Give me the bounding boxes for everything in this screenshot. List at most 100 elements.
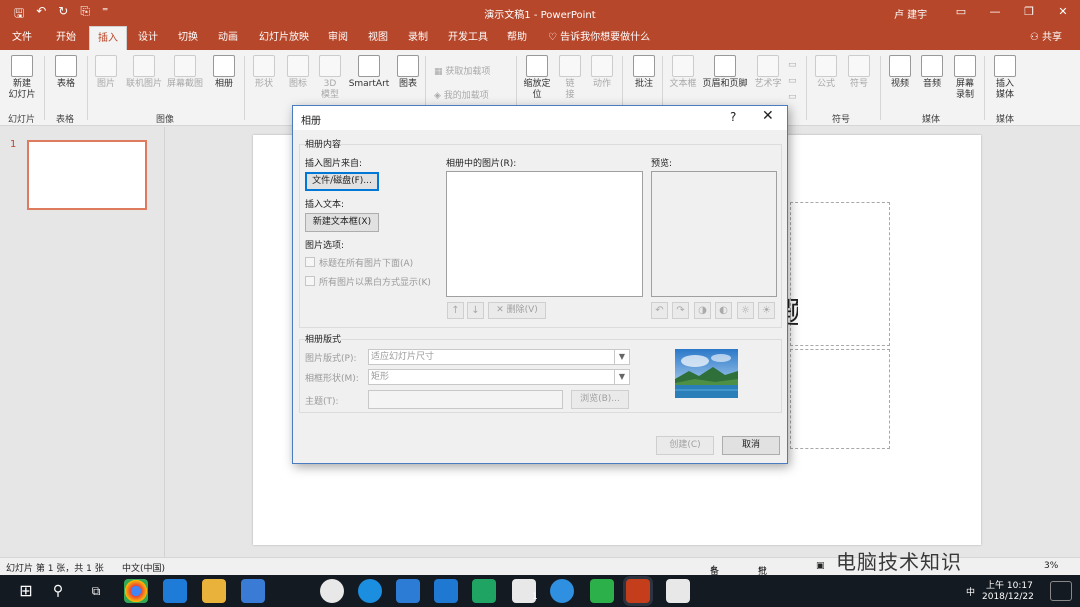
chart-button[interactable]: 图表 <box>396 55 420 90</box>
slide-number-icon[interactable]: ▭ <box>788 76 797 86</box>
share-button[interactable]: ⚇ 共享 <box>1030 26 1062 50</box>
caption-checkbox[interactable] <box>305 257 315 267</box>
store-icon[interactable] <box>241 579 265 603</box>
object-icon[interactable]: ▭ <box>788 92 797 102</box>
pencil-app-icon[interactable] <box>434 579 458 603</box>
tab-developer[interactable]: 开发工具 <box>448 26 488 50</box>
date-time-icon[interactable]: ▭ <box>788 60 797 70</box>
tab-animations[interactable]: 动画 <box>218 26 238 50</box>
frame-shape-select[interactable]: 矩形 ▼ <box>368 369 630 385</box>
online-picture-button[interactable]: 联机图片 <box>124 55 164 90</box>
close-icon[interactable]: ✕ <box>1046 0 1080 24</box>
tab-transitions[interactable]: 切换 <box>178 26 198 50</box>
tab-design[interactable]: 设计 <box>138 26 158 50</box>
action-center-icon[interactable] <box>1050 581 1072 601</box>
screen-recording-button[interactable]: 屏幕 录制 <box>950 55 980 101</box>
language-status[interactable]: 中文(中国) <box>122 561 165 574</box>
picture-layout-select[interactable]: 适应幻灯片尺寸 ▼ <box>368 349 630 365</box>
brightness-up-icon[interactable]: ☼ <box>737 302 754 319</box>
black-white-checkbox[interactable] <box>305 276 315 286</box>
windows-start-icon[interactable]: ⊞ <box>14 579 38 603</box>
slide-thumbnail[interactable] <box>27 140 147 210</box>
new-slide-button[interactable]: 新建 幻灯片 <box>4 55 40 101</box>
user-name[interactable]: 卢 建宇 <box>894 6 927 21</box>
tab-review[interactable]: 审阅 <box>328 26 348 50</box>
cancel-button[interactable]: 取消 <box>722 436 780 455</box>
rotate-left-icon[interactable]: ↶ <box>651 302 668 319</box>
tab-help[interactable]: 帮助 <box>507 26 527 50</box>
album-button[interactable]: 相册 <box>210 55 238 90</box>
powerpoint-icon[interactable] <box>626 579 650 603</box>
browser-icon[interactable] <box>550 579 574 603</box>
smartart-button[interactable]: SmartArt <box>347 55 391 90</box>
tab-view[interactable]: 视图 <box>368 26 388 50</box>
table-button[interactable]: 表格 <box>50 55 82 90</box>
3d-model-button[interactable]: 3D 模型 <box>316 55 344 101</box>
utility-app-icon[interactable] <box>666 579 690 603</box>
subtitle-placeholder[interactable] <box>790 349 890 449</box>
clock-date[interactable]: 2018/12/22 <box>982 592 1034 602</box>
k-app-icon[interactable] <box>358 579 382 603</box>
get-addins-button[interactable]: ▦ 获取加载项 <box>434 64 490 77</box>
symbol-button[interactable]: 符号 <box>845 55 873 90</box>
header-footer-button[interactable]: 页眉和页脚 <box>700 55 750 90</box>
tell-me-search[interactable]: ♡ 告诉我你想要做什么 <box>548 26 650 50</box>
insert-media-button[interactable]: 插入 媒体 <box>990 55 1020 101</box>
shapes-button[interactable]: 形状 <box>250 55 278 90</box>
picture-button[interactable]: 图片 <box>92 55 120 90</box>
qq-browser-icon[interactable] <box>396 579 420 603</box>
ribbon-display-options-icon[interactable]: ▭ <box>944 0 978 24</box>
create-button[interactable]: 创建(C) <box>656 436 714 455</box>
delete-button[interactable]: ✕ 删除(V) <box>488 302 546 319</box>
tab-file[interactable]: 文件 <box>12 26 32 50</box>
contrast-down-icon[interactable]: ◐ <box>715 302 732 319</box>
edge-icon[interactable] <box>163 579 187 603</box>
pictures-in-album-list[interactable] <box>446 171 643 297</box>
search-icon[interactable]: ⚲ <box>46 579 70 603</box>
video-button[interactable]: 视频 <box>886 55 914 90</box>
tab-slideshow[interactable]: 幻灯片放映 <box>259 26 309 50</box>
input-method-indicator[interactable]: 中 <box>966 585 975 598</box>
chrome-icon[interactable] <box>124 579 148 603</box>
windows-taskbar: ⊞ ⚲ ⧉ 1 中 上午 10:17 2018/12/22 <box>0 575 1080 607</box>
help-icon[interactable]: ? <box>730 110 736 124</box>
move-down-button[interactable]: ↓ <box>467 302 484 319</box>
minimize-icon[interactable]: — <box>978 0 1012 24</box>
audio-button[interactable]: 音频 <box>918 55 946 90</box>
task-view-icon[interactable]: ⧉ <box>84 579 108 603</box>
contrast-up-icon[interactable]: ◑ <box>694 302 711 319</box>
file-explorer-icon[interactable] <box>202 579 226 603</box>
file-disk-button[interactable]: 文件/磁盘(F)... <box>305 172 379 191</box>
normal-view-icon[interactable]: ▣ <box>816 561 825 571</box>
title-placeholder[interactable] <box>790 202 890 346</box>
preview-box <box>651 171 777 297</box>
tab-home[interactable]: 开始 <box>56 26 76 50</box>
action-button[interactable]: 动作 <box>588 55 616 90</box>
textbox-button[interactable]: 文本框 <box>667 55 699 90</box>
rotate-right-icon[interactable]: ↷ <box>672 302 689 319</box>
group-separator <box>44 56 45 120</box>
tab-insert[interactable]: 插入 <box>89 26 127 50</box>
restore-icon[interactable]: ❐ <box>1012 0 1046 24</box>
my-addins-button[interactable]: ◈ 我的加载项 <box>434 88 489 101</box>
wordart-button[interactable]: 艺术字 <box>752 55 784 90</box>
app-icon[interactable] <box>320 579 344 603</box>
player-icon[interactable] <box>472 579 496 603</box>
screenshot-button[interactable]: 屏幕截图 <box>165 55 205 90</box>
clock-time[interactable]: 上午 10:17 <box>986 578 1033 591</box>
tab-record[interactable]: 录制 <box>408 26 428 50</box>
new-textbox-button[interactable]: 新建文本框(X) <box>305 213 379 232</box>
zoom-level[interactable]: 3% <box>1044 561 1058 571</box>
window-controls: ▭ — ❐ ✕ <box>944 0 1080 24</box>
move-up-button[interactable]: ↑ <box>447 302 464 319</box>
dialog-close-icon[interactable]: ✕ <box>762 108 774 124</box>
brightness-down-icon[interactable]: ☀ <box>758 302 775 319</box>
wechat-icon[interactable] <box>590 579 614 603</box>
equation-button[interactable]: 公式 <box>812 55 840 90</box>
icons-button[interactable]: 图标 <box>284 55 312 90</box>
link-button[interactable]: 链 接 <box>558 55 582 101</box>
browse-button[interactable]: 浏览(B)... <box>571 390 629 409</box>
theme-input[interactable] <box>368 390 563 409</box>
zoom-button[interactable]: 缩放定 位 <box>520 55 554 101</box>
comment-button[interactable]: 批注 <box>630 55 658 90</box>
